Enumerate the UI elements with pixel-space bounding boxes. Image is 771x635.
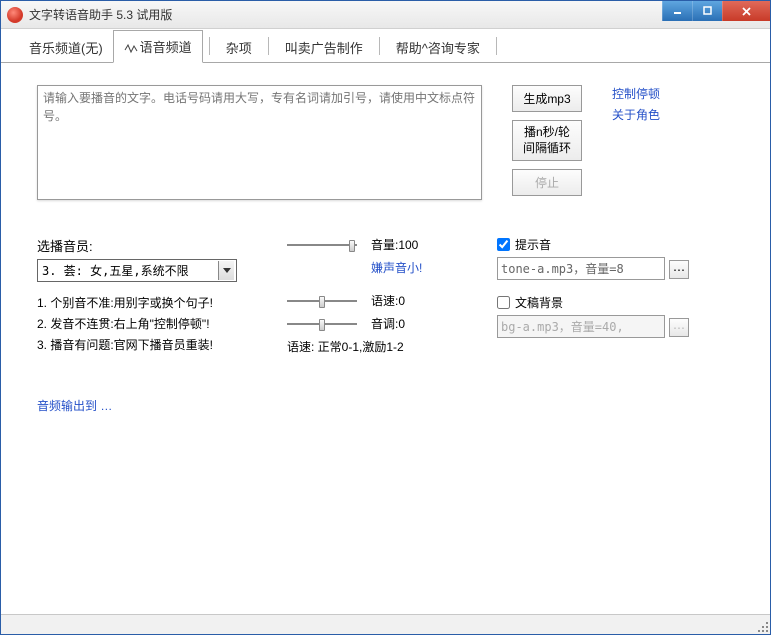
- tab-separator: [209, 37, 210, 55]
- tab-bar: 音乐频道(无) 语音频道 杂项 叫卖广告制作 帮助^咨询专家: [1, 29, 770, 63]
- about-role-link[interactable]: 关于角色: [612, 106, 660, 123]
- bg-sound-checkbox[interactable]: [497, 296, 510, 309]
- bg-sound-label: 文稿背景: [515, 294, 563, 311]
- chevron-down-icon: [218, 261, 234, 280]
- status-bar: [1, 614, 770, 634]
- slider-thumb[interactable]: [349, 240, 355, 252]
- main-panel: 生成mp3 播n秒/轮 间隔循环 停止 控制停顿 关于角色 选播音员: 3. 荟…: [1, 63, 770, 614]
- window-title: 文字转语音助手 5.3 试用版: [29, 6, 172, 23]
- audio-output-link[interactable]: 音频输出到 …: [37, 397, 742, 414]
- announcer-label: 选播音员:: [37, 236, 287, 255]
- window-controls: [662, 1, 770, 21]
- app-icon: [7, 7, 23, 23]
- tab-voice[interactable]: 语音频道: [113, 30, 203, 63]
- volume-slider[interactable]: [287, 238, 357, 252]
- stop-button[interactable]: 停止: [512, 169, 582, 196]
- tip-1: 1. 个别音不准:用别字或换个句子!: [37, 294, 287, 311]
- close-button[interactable]: [722, 1, 770, 21]
- minimize-button[interactable]: [662, 1, 692, 21]
- resize-grip-icon[interactable]: [756, 620, 768, 632]
- bg-sound-field[interactable]: bg-a.mp3，音量=40,: [497, 315, 665, 338]
- speed-label: 语速:0: [371, 292, 405, 309]
- slider-thumb[interactable]: [319, 296, 325, 308]
- titlebar: 文字转语音助手 5.3 试用版: [1, 1, 770, 29]
- volume-too-low-link[interactable]: 嫌声音小!: [371, 259, 497, 276]
- volume-label: 音量:100: [371, 236, 418, 253]
- prompt-sound-label: 提示音: [515, 236, 551, 253]
- text-input[interactable]: [37, 85, 482, 200]
- speed-note: 语速: 正常0-1,激励1-2: [287, 338, 497, 355]
- tab-voice-label: 语音频道: [140, 40, 192, 55]
- pause-control-link[interactable]: 控制停顿: [612, 85, 660, 102]
- pitch-slider[interactable]: [287, 317, 357, 331]
- prompt-sound-field[interactable]: tone-a.mp3，音量=8: [497, 257, 665, 280]
- maximize-button[interactable]: [692, 1, 722, 21]
- slider-thumb[interactable]: [319, 319, 325, 331]
- announcer-selected: 3. 荟: 女,五星,系统不限: [40, 261, 218, 280]
- app-window: 文字转语音助手 5.3 试用版 音乐频道(无) 语音频道 杂项 叫卖广: [0, 0, 771, 635]
- prompt-sound-checkbox[interactable]: [497, 238, 510, 251]
- tab-music[interactable]: 音乐频道(无): [19, 32, 113, 62]
- tip-3: 3. 播音有问题:官网下播音员重装!: [37, 336, 287, 353]
- tip-2: 2. 发音不连贯:右上角"控制停顿"!: [37, 315, 287, 332]
- waveform-icon: [124, 42, 138, 57]
- tips-list: 1. 个别音不准:用别字或换个句子! 2. 发音不连贯:右上角"控制停顿"! 3…: [37, 294, 287, 353]
- prompt-sound-browse-button[interactable]: ⋯: [669, 260, 689, 279]
- announcer-select[interactable]: 3. 荟: 女,五星,系统不限: [37, 259, 237, 282]
- speed-slider[interactable]: [287, 294, 357, 308]
- tab-misc[interactable]: 杂项: [216, 32, 262, 62]
- tab-separator: [379, 37, 380, 55]
- pitch-label: 音调:0: [371, 315, 405, 332]
- tab-separator: [496, 37, 497, 55]
- tab-help[interactable]: 帮助^咨询专家: [386, 32, 490, 62]
- tab-ad[interactable]: 叫卖广告制作: [275, 32, 373, 62]
- generate-mp3-button[interactable]: 生成mp3: [512, 85, 582, 112]
- loop-play-button[interactable]: 播n秒/轮 间隔循环: [512, 120, 582, 161]
- tab-separator: [268, 37, 269, 55]
- bg-sound-browse-button[interactable]: ⋯: [669, 318, 689, 337]
